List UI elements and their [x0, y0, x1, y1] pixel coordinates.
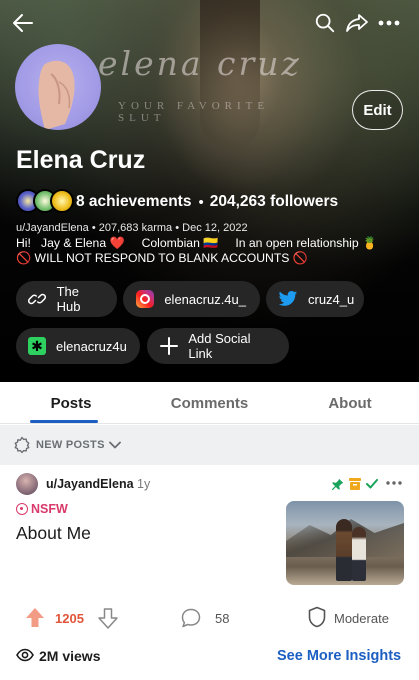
more-horizontal-icon [386, 481, 402, 485]
downvote-icon[interactable] [97, 607, 119, 634]
comment-icon[interactable] [180, 607, 202, 634]
approved-check-icon [366, 479, 378, 489]
shield-icon[interactable] [307, 606, 327, 633]
social-link-label: Add Social Link [188, 331, 251, 361]
profile-username: u/JayandElena [16, 222, 89, 234]
nsfw-icon [16, 503, 28, 515]
vote-count: 1205 [55, 611, 84, 626]
followers-count[interactable]: 204,263 followers [210, 193, 338, 211]
link-icon [28, 289, 47, 309]
edit-profile-button[interactable]: Edit [352, 90, 403, 130]
top-bar [0, 0, 419, 46]
achievement-badges[interactable] [16, 188, 74, 216]
separator-dot: • [198, 193, 204, 211]
social-link-twitter[interactable]: cruz4_u [266, 281, 364, 317]
mod-status-icons [331, 475, 383, 493]
views-eye-icon [16, 647, 34, 668]
post-more-button[interactable] [384, 473, 404, 493]
sort-label: NEW POSTS [36, 439, 105, 451]
chevron-down-icon [108, 441, 121, 449]
social-link-the-hub[interactable]: The Hub [16, 281, 117, 317]
social-link-label: cruz4_u [308, 291, 355, 307]
social-link-label: elenacruz.4u_ [164, 291, 246, 307]
more-horizontal-icon [378, 20, 400, 26]
achievement-badge-icon [50, 189, 74, 213]
post-author[interactable]: u/JayandElena [46, 477, 134, 491]
profile-avatar[interactable] [15, 44, 101, 130]
plus-icon [159, 336, 178, 356]
bio-line: Hi! Jay & Elena ❤️ Colombian 🇨🇴 In an op… [16, 236, 378, 250]
profile-bio: Hi! Jay & Elena ❤️ Colombian 🇨🇴 In an op… [16, 236, 408, 266]
arrow-left-icon [13, 14, 33, 32]
pin-icon [331, 478, 344, 491]
archive-icon [349, 478, 361, 490]
views-count: 2M views [39, 648, 101, 664]
insights-row: 2M views See More Insights [0, 643, 419, 669]
banner-watermark-subtitle: YOUR FAVORITE SLUT [118, 100, 270, 124]
search-icon [315, 13, 335, 33]
banner-watermark-title: elena cruz [98, 44, 302, 83]
custom-link-icon: ✱ [28, 336, 46, 356]
avatar-figure [38, 60, 75, 130]
more-options-button[interactable] [374, 8, 404, 38]
nsfw-label: NSFW [31, 502, 68, 516]
social-link-label: The Hub [56, 284, 81, 314]
search-button[interactable] [310, 8, 340, 38]
profile-name: Elena Cruz [16, 146, 146, 174]
tab-about[interactable]: About [310, 382, 390, 424]
tab-comments[interactable]: Comments [159, 382, 260, 424]
thumbnail-person [352, 527, 366, 581]
achievements-row: 8 achievements • 204,263 followers [16, 188, 338, 216]
achievements-count[interactable]: 8 achievements [76, 193, 191, 211]
profile-cake-day: Dec 12, 2022 [182, 222, 248, 234]
moderate-button[interactable]: Moderate [334, 611, 389, 626]
profile-karma: 207,683 karma [98, 222, 173, 234]
upvote-icon[interactable] [24, 607, 46, 634]
twitter-icon [278, 289, 298, 309]
sort-bar[interactable]: NEW POSTS [0, 425, 419, 465]
share-button[interactable] [342, 8, 372, 38]
see-more-insights-link[interactable]: See More Insights [277, 648, 401, 664]
active-tab-indicator [30, 420, 98, 423]
post-card[interactable]: u/JayandElena 1y NSFW About Me 1205 58 M… [0, 465, 419, 680]
profile-banner: elena cruz YOUR FAVORITE SLUT Edit Elena… [0, 0, 419, 382]
post-thumbnail[interactable] [286, 501, 404, 585]
share-arrow-icon [346, 14, 368, 32]
separator-dot: • [91, 222, 99, 234]
social-link-custom[interactable]: ✱ elenacruz4u [16, 328, 140, 364]
post-actions: 1205 58 Moderate [0, 603, 419, 633]
instagram-icon [135, 289, 154, 309]
post-title[interactable]: About Me [16, 523, 91, 544]
thumbnail-person [336, 519, 352, 581]
post-author-avatar[interactable] [16, 473, 38, 495]
social-link-instagram[interactable]: elenacruz.4u_ [123, 281, 260, 317]
tab-posts[interactable]: Posts [30, 382, 112, 424]
comment-count: 58 [215, 611, 230, 626]
profile-tabs: Posts Comments About [0, 382, 419, 424]
add-social-link-button[interactable]: Add Social Link [147, 328, 289, 364]
sparkle-badge-icon [12, 435, 32, 455]
nsfw-tag: NSFW [16, 502, 68, 516]
back-button[interactable] [8, 8, 38, 38]
post-age: 1y [137, 477, 151, 491]
bio-line: 🚫 WILL NOT RESPOND TO BLANK ACCOUNTS 🚫 [16, 251, 308, 265]
social-link-label: elenacruz4u [56, 338, 127, 354]
profile-meta: u/JayandElena • 207,683 karma • Dec 12, … [16, 222, 248, 234]
